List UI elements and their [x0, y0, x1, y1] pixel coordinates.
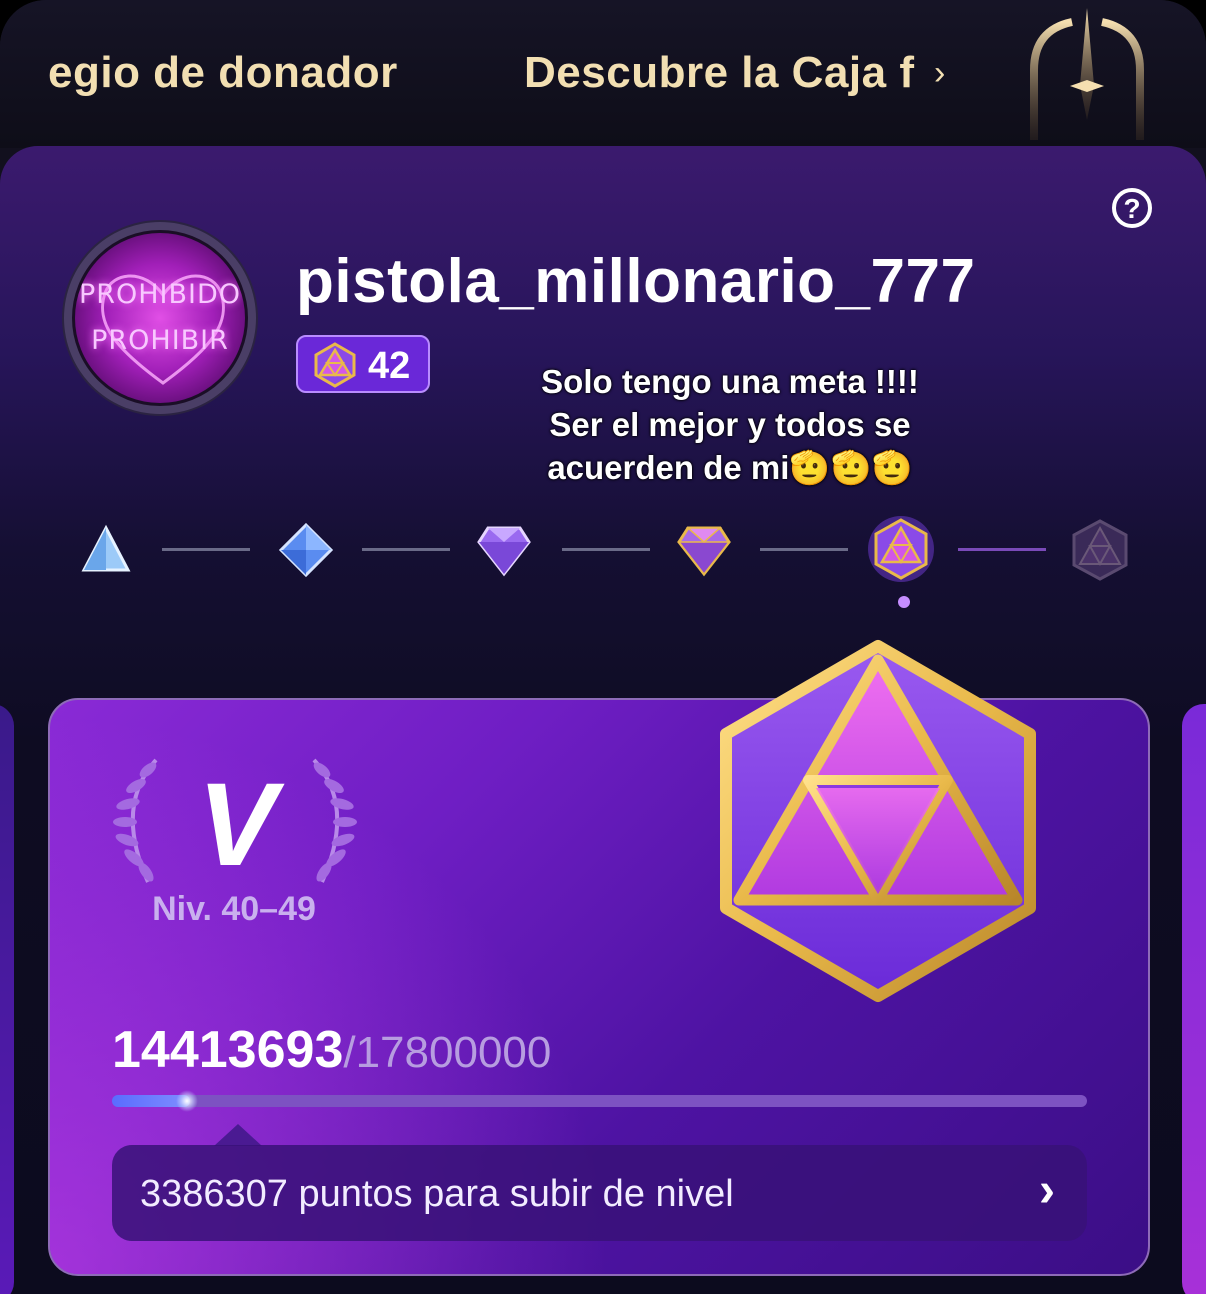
help-icon[interactable]: ?	[1112, 188, 1152, 228]
tier-3-gem-icon[interactable]	[476, 524, 532, 578]
tier-5-gem-icon[interactable]	[866, 514, 936, 584]
prev-card-edge[interactable]	[0, 704, 14, 1294]
level-badge[interactable]: 42	[296, 335, 430, 393]
tier-connector	[362, 548, 450, 551]
tooltip-notch	[214, 1124, 262, 1146]
points-current: 14413693	[112, 1021, 344, 1079]
app-frame: egio de donador Descubre la Caja f › ? P…	[0, 0, 1206, 1294]
banner-item-box[interactable]: Descubre la Caja f	[524, 48, 916, 98]
tier-connector	[162, 548, 250, 551]
bio-overlay: Solo tengo una meta !!!! Ser el mejor y …	[520, 360, 940, 489]
level-number: 42	[368, 345, 411, 387]
gem-badge-icon	[314, 342, 356, 388]
level-range: Niv. 40–49	[152, 890, 316, 928]
promo-banner[interactable]: egio de donador Descubre la Caja f ›	[0, 0, 1206, 148]
tier-connector	[760, 548, 848, 551]
bio-line-2: Ser el mejor y todos se	[549, 406, 911, 443]
arch-emblem-icon	[1030, 8, 1144, 140]
tier-1-triangle-icon[interactable]	[80, 524, 132, 576]
avatar-text-2: PROHIBIR	[91, 325, 229, 356]
tier-4-gem-icon[interactable]	[676, 524, 732, 578]
next-card-edge[interactable]	[1182, 704, 1206, 1294]
progress-glow	[176, 1090, 198, 1112]
bio-line-1: Solo tengo una meta !!!!	[541, 363, 919, 400]
next-level-button[interactable]: 3386307 puntos para subir de nivel ›	[112, 1145, 1087, 1241]
chevron-right-icon[interactable]: ›	[934, 54, 945, 93]
banner-item-donor[interactable]: egio de donador	[48, 48, 408, 98]
progress-track	[112, 1090, 1087, 1112]
avatar[interactable]: PROHIBIDO PROHIBIR	[72, 230, 248, 406]
bio-line-3: acuerden de mi🫡🫡🫡	[547, 449, 913, 486]
username: pistola_millonario_777	[296, 247, 976, 316]
tier-v-emblem-icon	[720, 640, 1036, 1002]
heart-neon-icon	[100, 274, 226, 385]
chevron-right-icon[interactable]: ›	[1039, 1163, 1055, 1218]
avatar-text-1: PROHIBIDO	[78, 279, 242, 310]
tier-connector	[958, 548, 1046, 551]
tier-connector	[562, 548, 650, 551]
tier-2-diamond-icon[interactable]	[278, 522, 334, 578]
points-max: /17800000	[343, 1028, 552, 1077]
points-display: 14413693/17800000	[112, 1020, 551, 1080]
tier-roman-numeral: V	[197, 759, 277, 891]
current-tier-indicator	[898, 596, 910, 608]
next-level-text: 3386307 puntos para subir de nivel	[140, 1173, 734, 1215]
tier-6-gem-icon[interactable]	[1068, 518, 1132, 582]
